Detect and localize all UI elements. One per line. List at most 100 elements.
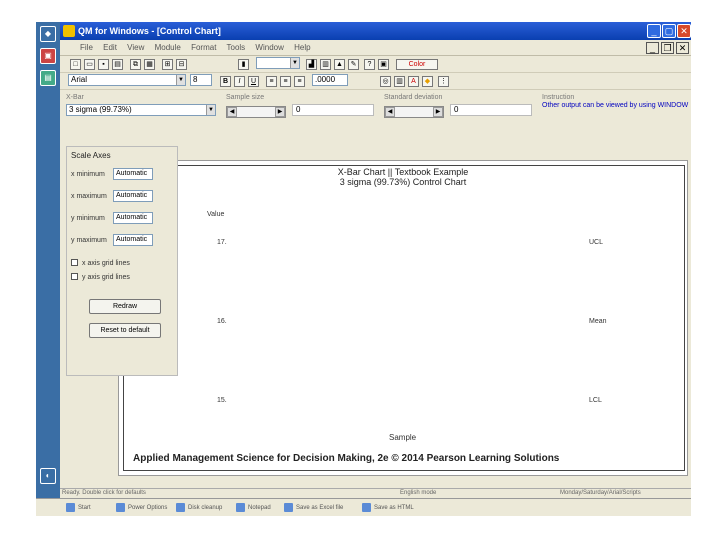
desktop-strip: ◆ ▣ ▤ ◐ [36, 22, 60, 516]
align-center-icon[interactable]: ≡ [280, 76, 291, 87]
right-group-label: Standard deviation [384, 94, 443, 101]
sigma-select-value: 3 sigma (99.73%) [69, 105, 132, 114]
chart-panel: X-Bar Chart || Textbook Example 3 sigma … [118, 160, 688, 476]
underline-button[interactable]: U [248, 76, 259, 87]
x-max-label: x maximum [71, 193, 107, 200]
more-icon[interactable]: ⋮ [438, 76, 449, 87]
qm-icon[interactable]: ▤ [40, 70, 56, 86]
y-grid-label: y axis grid lines [82, 274, 130, 281]
mdi-close-button[interactable]: ✕ [676, 42, 689, 54]
table-icon[interactable]: ⊟ [176, 59, 187, 70]
font-select[interactable]: Arial ▼ [68, 74, 186, 86]
copy-icon[interactable]: ⧉ [130, 59, 141, 70]
triangle-icon[interactable]: ▲ [334, 59, 345, 70]
task-notepad[interactable]: Notepad [236, 502, 271, 514]
menu-format[interactable]: Format [191, 43, 216, 52]
scale-axes-title: Scale Axes [71, 151, 111, 160]
y-max-label: y maximum [71, 237, 107, 244]
help-pointer-icon[interactable]: ? [364, 59, 375, 70]
x-max-input[interactable]: Automatic [113, 190, 153, 202]
instructions-text: Other output can be viewed by using WIND… [542, 102, 689, 109]
ytick-16: 16. [217, 318, 227, 325]
font-size-select[interactable]: 8 [190, 74, 212, 86]
solve-icon[interactable]: ▮ [238, 59, 249, 70]
task-notepad-label: Notepad [248, 505, 271, 511]
status-bar: Ready. Double click for defaults English… [60, 488, 691, 498]
window-titlebar[interactable]: QM for Windows - [Control Chart] [60, 22, 691, 40]
task-save-excel[interactable]: Save as Excel file [284, 502, 343, 514]
x-grid-checkbox[interactable]: x axis grid lines [71, 259, 130, 267]
pencil-icon[interactable]: ✎ [348, 59, 359, 70]
task-power-label: Power Options [128, 505, 168, 511]
align-left-icon[interactable]: ≡ [266, 76, 277, 87]
app-icon[interactable]: ▣ [40, 48, 56, 64]
calc-icon[interactable]: ▣ [378, 59, 389, 70]
chart-icon[interactable]: ▟ [306, 59, 317, 70]
bold-button[interactable]: B [220, 76, 231, 87]
y-min-input[interactable]: Automatic [113, 212, 153, 224]
redraw-button[interactable]: Redraw [89, 299, 161, 314]
save-icon[interactable]: ▪ [98, 59, 109, 70]
ucl-label: UCL [589, 239, 604, 246]
number-format-select[interactable]: .0000 [312, 74, 348, 86]
bar-chart-icon[interactable]: ▥ [320, 59, 331, 70]
status-left: Ready. Double click for defaults [62, 490, 146, 496]
task-start[interactable]: Start [66, 502, 91, 514]
stats-icon[interactable]: ▥ [394, 76, 405, 87]
menu-edit[interactable]: Edit [103, 43, 117, 52]
x-min-input[interactable]: Automatic [113, 168, 153, 180]
mdi-restore-button[interactable]: ❐ [661, 42, 674, 54]
task-save-html[interactable]: Save as HTML [362, 502, 414, 514]
menu-view[interactable]: View [127, 43, 144, 52]
align-right-icon[interactable]: ≡ [294, 76, 305, 87]
fill-color-icon[interactable]: ◆ [422, 76, 433, 87]
menu-tools[interactable]: Tools [227, 43, 246, 52]
italic-button[interactable]: I [234, 76, 245, 87]
lcl-label: LCL [589, 397, 602, 404]
app-window-icon [63, 25, 75, 37]
standard-toolbar: □ ▭ ▪ ▤ ⧉ ▦ ⊞ ⊟ ▮ ▼ ▟ ▥ ▲ ✎ ? ▣ Color [60, 57, 691, 73]
xbar-label: X-Bar [66, 94, 84, 101]
status-right: Monday/Saturday/Arial/Scripts [560, 490, 641, 496]
font-color-icon[interactable]: A [408, 76, 419, 87]
paste-icon[interactable]: ▦ [144, 59, 155, 70]
right-scroll[interactable]: ◀ ▶ [384, 106, 444, 118]
task-power[interactable]: Power Options [116, 502, 167, 514]
menu-window[interactable]: Window [255, 43, 283, 52]
y-grid-checkbox[interactable]: y axis grid lines [71, 273, 130, 281]
format-toolbar: Arial ▼ 8 B I U ≡ ≡ ≡ .0000 ◎ ▥ A ◆ ⋮ [60, 74, 691, 90]
zoom-select[interactable]: ▼ [256, 57, 300, 69]
menu-module[interactable]: Module [155, 43, 181, 52]
minimize-button[interactable]: _ [647, 24, 661, 38]
chart-title: X-Bar Chart || Textbook Example [337, 167, 469, 177]
left-value[interactable]: 0 [292, 104, 374, 116]
right-value[interactable]: 0 [450, 104, 532, 116]
open-file-icon[interactable]: ▭ [84, 59, 95, 70]
maximize-button[interactable]: ▢ [662, 24, 676, 38]
font-size-value: 8 [193, 75, 198, 84]
task-save-excel-label: Save as Excel file [296, 505, 344, 511]
desktop-icon[interactable]: ◐ [40, 468, 56, 484]
start-orb-icon[interactable]: ◆ [40, 26, 56, 42]
y-axis-label: Value [207, 211, 225, 218]
window-title: QM for Windows - [Control Chart] [78, 26, 221, 36]
task-disk[interactable]: Disk cleanup [176, 502, 222, 514]
color-button[interactable]: Color [396, 59, 438, 70]
x-grid-label: x axis grid lines [82, 260, 130, 267]
color-button-label: Color [408, 61, 426, 68]
font-select-value: Arial [71, 75, 88, 84]
task-save-html-label: Save as HTML [374, 505, 414, 511]
sigma-select[interactable]: 3 sigma (99.73%) ▼ [66, 104, 216, 116]
y-max-input[interactable]: Automatic [113, 234, 153, 246]
grid-icon[interactable]: ⊞ [162, 59, 173, 70]
reset-default-button[interactable]: Reset to default [89, 323, 161, 338]
ytick-17: 17. [217, 239, 227, 246]
close-button[interactable]: ✕ [677, 24, 691, 38]
calculator-icon[interactable]: ◎ [380, 76, 391, 87]
mdi-minimize-button[interactable]: _ [646, 42, 659, 54]
menu-file[interactable]: File [80, 43, 93, 52]
menu-help[interactable]: Help [294, 43, 310, 52]
print-icon[interactable]: ▤ [112, 59, 123, 70]
new-file-icon[interactable]: □ [70, 59, 81, 70]
left-scroll[interactable]: ◀ ▶ [226, 106, 286, 118]
